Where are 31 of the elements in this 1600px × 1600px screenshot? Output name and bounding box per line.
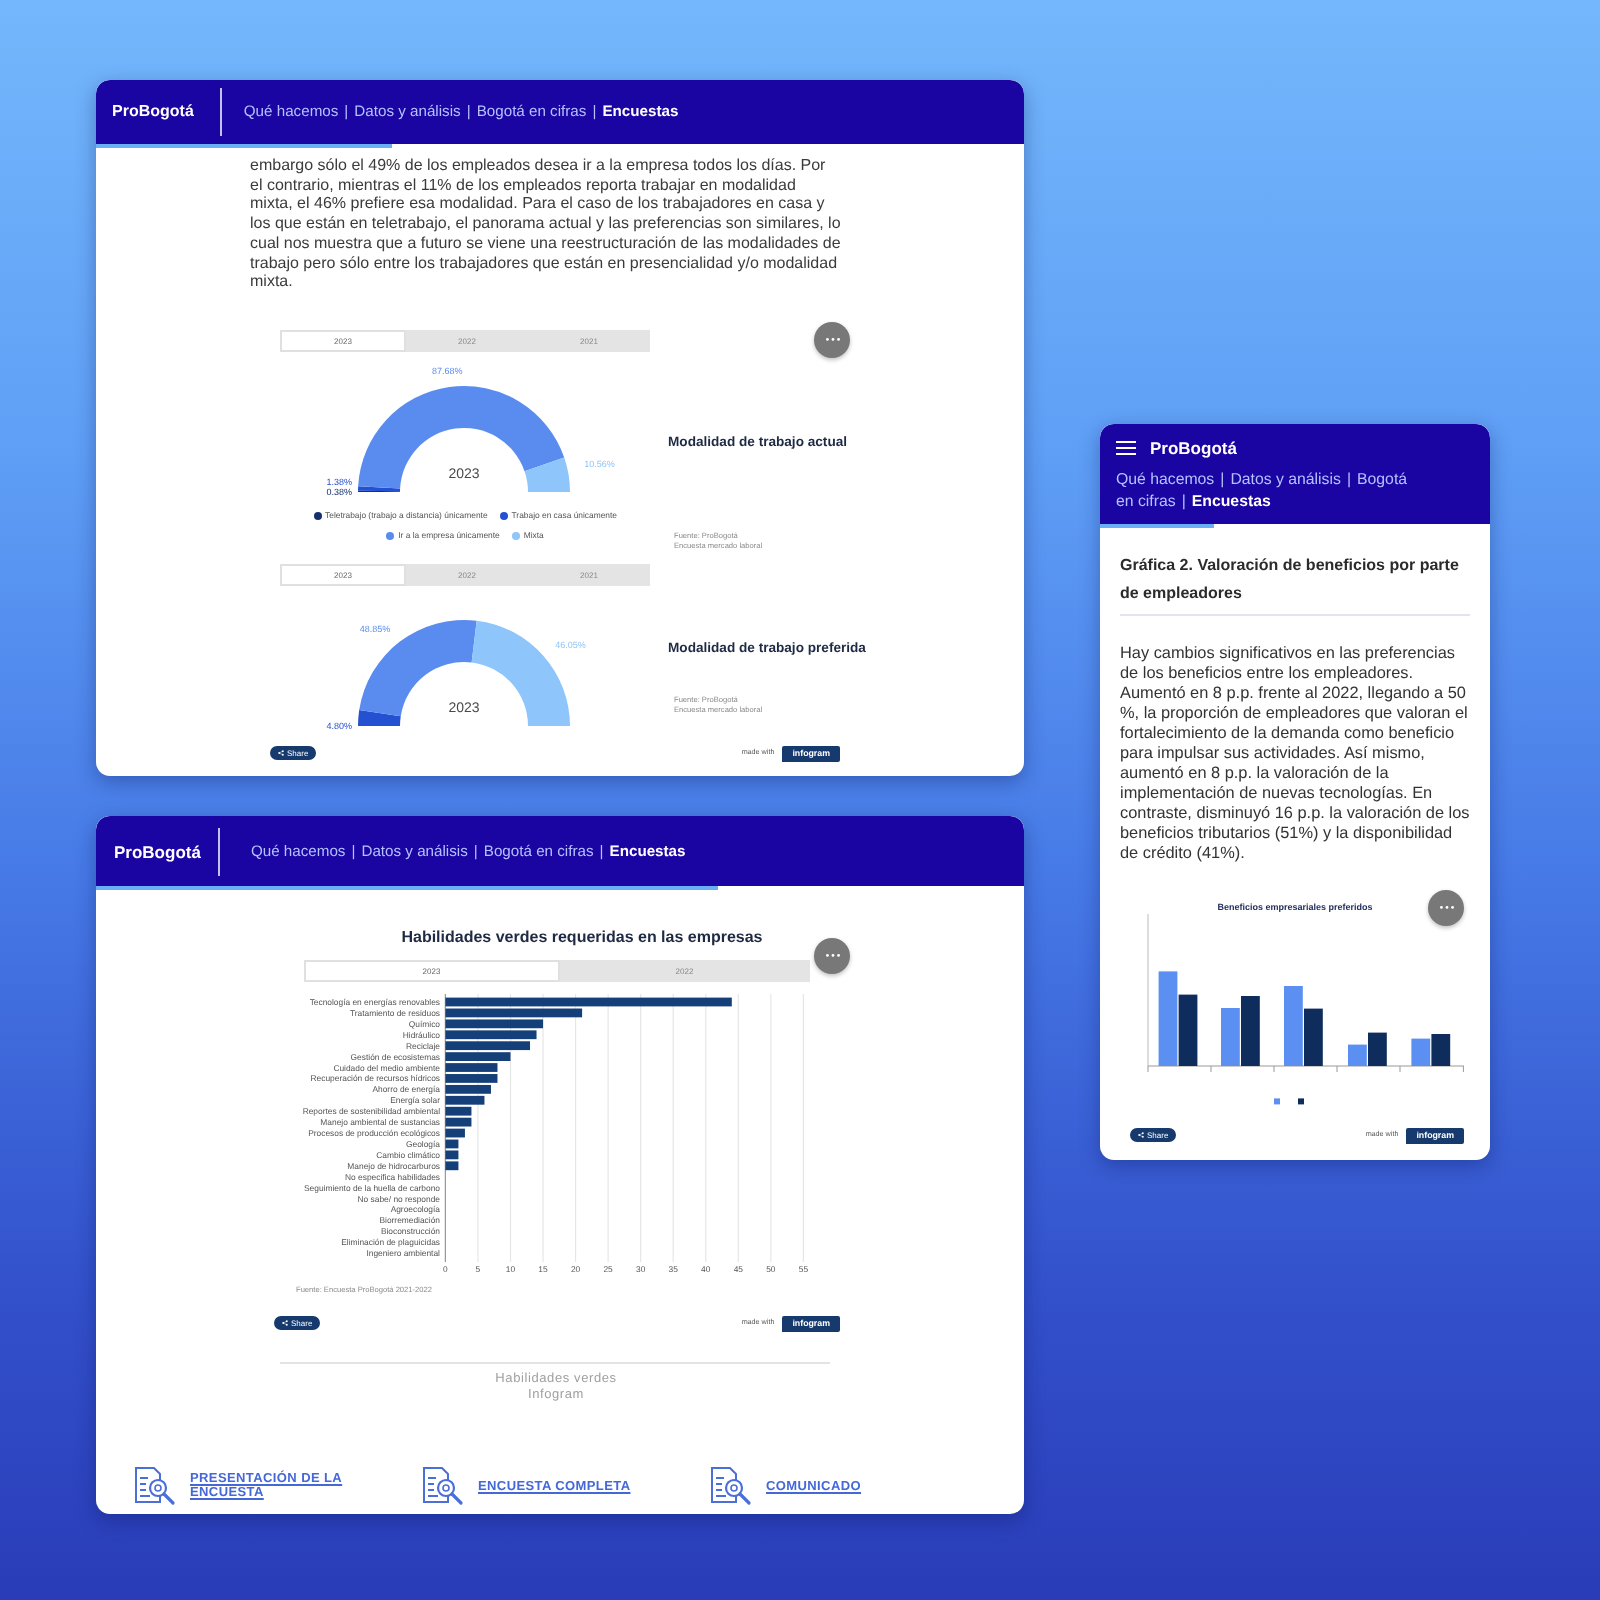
chart-bar bbox=[1241, 996, 1260, 1066]
site-logo[interactable]: ProBogotá bbox=[114, 841, 201, 861]
chart-title: Habilidades verdes requeridas en las empresas bbox=[399, 928, 765, 946]
document-search-icon bbox=[708, 1466, 752, 1506]
site-logo[interactable]: ProBogotá bbox=[112, 102, 194, 122]
chart-bar bbox=[1431, 1034, 1451, 1066]
legend-dot-icon bbox=[386, 531, 395, 539]
chart-bar bbox=[1178, 994, 1198, 1066]
menu-icon[interactable] bbox=[1116, 440, 1136, 456]
body-text: Hay cambios significativos en las preferencias de los beneficios entre los empleadores. Aumentó en 8 p.p. frente al 2022, llegando a 50 %, la proporción de empleadores que valoran el fortalecimiento de la demanda como beneficio para impulsar sus actividades. Así mismo, aumentó en 8 p.p. la valoración de la implementación de nuevas tecnologías. En contraste, disminuyó 16 p.p. la valoración de los beneficios tributarios (51%) y la disponibilidad de crédito (41%). bbox=[1120, 644, 1470, 864]
chart-bar bbox=[1411, 1038, 1431, 1066]
share-icon bbox=[278, 750, 284, 756]
more-button[interactable] bbox=[1428, 890, 1464, 926]
share-icon bbox=[1138, 1132, 1144, 1138]
legend-dot-icon bbox=[499, 511, 508, 519]
body-text: embargo sólo el 49% de los empleados desea ir a la empresa todos los días. Por el contrario, mientras el 11% de los empleados reporta trabajar en modalidad mixta, el 46% prefiere esa modalidad. Para el caso de los trabajadores en casa y los que están en teletrabajo, el panorama actual y las preferencias son similares, lo cual nos muestra que a futuro se viene una reestructuración de las modalidades de trabajo pero sólo entre los trabajadores que están en presencialidad y/o modalidad mixta. bbox=[250, 156, 842, 292]
more-button[interactable] bbox=[814, 322, 850, 358]
site-logo[interactable]: ProBogotá bbox=[1150, 438, 1237, 458]
chart-bar bbox=[1221, 1008, 1240, 1066]
legend-swatch-icon bbox=[1274, 1098, 1280, 1105]
legend-swatch-icon bbox=[1298, 1098, 1304, 1105]
section-title: Gráfica 2. Valoración de beneficios por parte de empleadores bbox=[1120, 554, 1461, 606]
chart-bar bbox=[1304, 1008, 1323, 1066]
chart-bar bbox=[1284, 986, 1303, 1066]
document-search-icon bbox=[132, 1466, 176, 1506]
share-icon bbox=[282, 1320, 288, 1326]
more-button[interactable] bbox=[814, 938, 850, 974]
legend-dot-icon bbox=[313, 511, 322, 519]
legend-dot-icon bbox=[511, 531, 520, 539]
chart-bar bbox=[1158, 971, 1178, 1066]
document-search-icon bbox=[420, 1466, 464, 1506]
